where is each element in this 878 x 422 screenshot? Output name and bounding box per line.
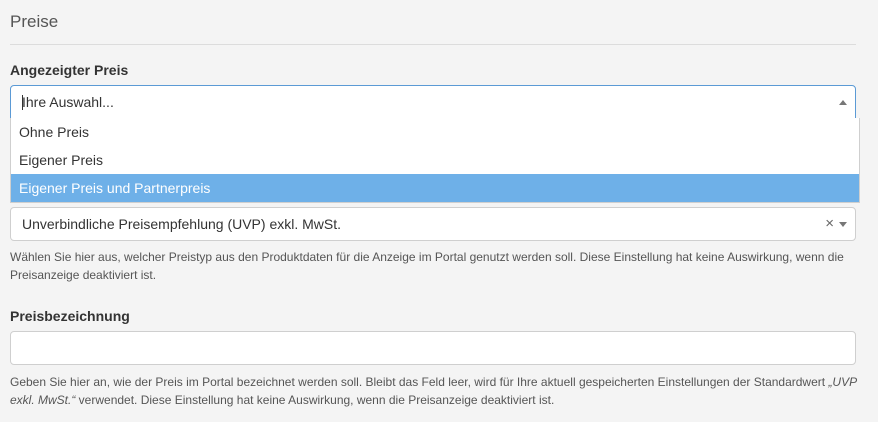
section-divider bbox=[10, 44, 856, 45]
price-label-help-text: Geben Sie hier an, wie der Preis im Port… bbox=[10, 373, 860, 409]
dropdown-option-eigener-preis-und-partnerpreis[interactable]: Eigener Preis und Partnerpreis bbox=[11, 174, 859, 202]
dropdown-option-ohne-preis[interactable]: Ohne Preis bbox=[11, 118, 859, 146]
price-type-help-text: Wählen Sie hier aus, welcher Preistyp au… bbox=[10, 250, 844, 282]
displayed-price-search-input[interactable] bbox=[11, 87, 802, 117]
dropdown-option-eigener-preis[interactable]: Eigener Preis bbox=[11, 146, 859, 174]
price-label-help-text-after: verwendet. Diese Einstellung hat keine A… bbox=[75, 393, 555, 407]
text-cursor bbox=[22, 95, 23, 110]
price-label-input[interactable] bbox=[10, 331, 856, 365]
displayed-price-dropdown: Ohne Preis Eigener Preis Eigener Preis u… bbox=[10, 118, 860, 203]
clear-icon[interactable]: × bbox=[825, 215, 834, 233]
section-title: Preise bbox=[10, 12, 59, 31]
chevron-up-icon[interactable] bbox=[839, 100, 847, 105]
displayed-price-label: Angezeigter Preis bbox=[10, 62, 129, 78]
price-type-selected-value: Unverbindliche Preisempfehlung (UVP) exk… bbox=[22, 216, 342, 232]
price-label-label: Preisbezeichnung bbox=[10, 308, 130, 324]
price-type-select[interactable]: Unverbindliche Preisempfehlung (UVP) exk… bbox=[10, 207, 856, 241]
chevron-down-icon[interactable] bbox=[839, 222, 847, 227]
displayed-price-select[interactable] bbox=[10, 85, 856, 119]
price-label-help-text-before: Geben Sie hier an, wie der Preis im Port… bbox=[10, 375, 829, 389]
